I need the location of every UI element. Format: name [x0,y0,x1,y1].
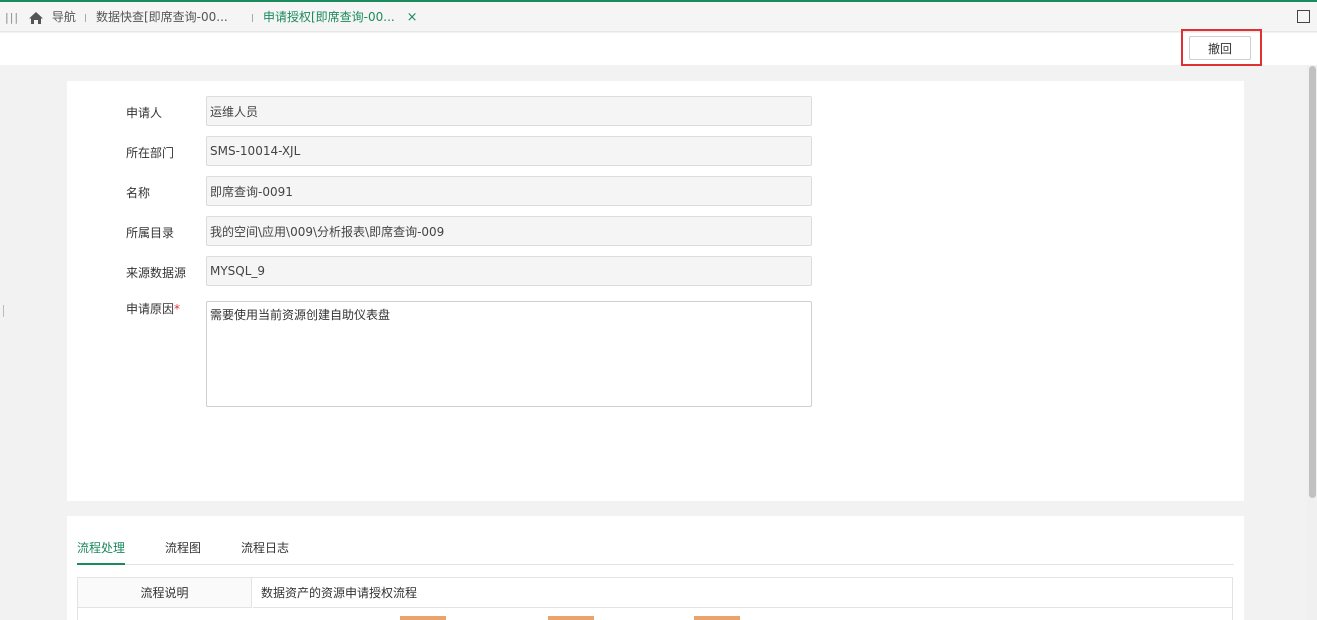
scrollbar-thumb[interactable] [1309,66,1316,498]
name-field[interactable] [206,176,812,206]
tab-separator [252,14,253,22]
datasource-field[interactable] [206,256,812,286]
tab-process-log[interactable]: 流程日志 [241,539,289,556]
process-table: 流程说明 数据资产的资源申请授权流程 [77,577,1233,620]
menu-icon[interactable]: ||| [5,11,19,24]
directory-field[interactable] [206,216,812,246]
tab-apply-authorization[interactable]: 申请授权[即席查询-00... × [263,2,417,32]
bottom-indicator [400,616,446,620]
process-desc-label: 流程说明 [78,578,252,608]
applicant-field[interactable] [206,96,812,126]
applicant-label: 申请人 [126,106,163,120]
tab-data-quick-query-label: 数据快查[即席查询-00... [96,10,228,24]
tab-data-quick-query[interactable]: 数据快查[即席查询-00... [96,2,228,32]
withdraw-button[interactable]: 撤回 [1189,36,1251,60]
required-mark: * [174,302,181,316]
maximize-icon[interactable] [1297,10,1310,23]
datasource-label: 来源数据源 [126,266,187,280]
tab-process-diagram[interactable]: 流程图 [165,539,201,556]
department-field[interactable] [206,136,812,166]
tab-separator [85,14,86,22]
drag-handle[interactable] [3,305,4,317]
name-label: 名称 [126,186,151,200]
tab-process-handling[interactable]: 流程处理 [77,539,125,556]
reason-textarea[interactable]: 需要使用当前资源创建自助仪表盘 [206,301,812,407]
active-tab-indicator [77,563,125,565]
reason-label-text: 申请原因 [126,302,175,316]
reason-label: 申请原因* [126,300,206,317]
bottom-indicator [548,616,594,620]
process-desc-value: 数据资产的资源申请授权流程 [253,578,1232,608]
bottom-indicator [694,616,740,620]
tab-apply-authorization-label: 申请授权[即席查询-00... [263,10,395,24]
directory-label: 所属目录 [126,226,175,240]
toolbar [0,33,1317,65]
tab-bar: ||| 导航 数据快查[即席查询-00... 申请授权[即席查询-00... × [0,2,1317,32]
tab-navigation[interactable]: 导航 [28,2,76,32]
tab-underline [77,564,1234,565]
department-label: 所在部门 [126,146,175,160]
tab-navigation-label: 导航 [51,10,76,24]
home-icon [29,11,43,24]
close-icon[interactable]: × [407,10,418,25]
